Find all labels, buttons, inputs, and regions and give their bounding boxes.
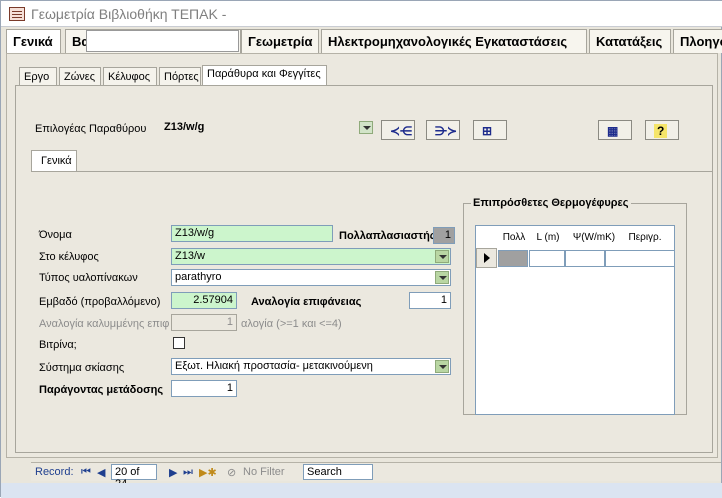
- next-record-icon[interactable]: ▶: [169, 466, 177, 479]
- description-cell[interactable]: [605, 250, 675, 267]
- selector-label: Επιλογέας Παραθύρου: [35, 123, 147, 135]
- tab-overlay-blank: [86, 30, 239, 52]
- name-label: Όνομα: [39, 229, 72, 241]
- tab-doors[interactable]: Πόρτες: [159, 67, 201, 85]
- tab-geometry[interactable]: Γεωμετρία: [241, 29, 319, 53]
- table-view-icon: ▦: [607, 124, 619, 138]
- shading-combo[interactable]: Εξωτ. Ηλιακή προστασία- μετακινούμενη: [171, 358, 451, 375]
- tab-shell[interactable]: Κέλυφος: [103, 67, 157, 85]
- chevron-down-icon[interactable]: [435, 360, 449, 373]
- multiplier-cell[interactable]: [498, 250, 528, 267]
- chevron-down-icon[interactable]: [435, 271, 449, 284]
- status-bar: [1, 483, 722, 498]
- showcase-label: Βιτρίνα;: [39, 339, 77, 351]
- area-field[interactable]: 2.57904: [171, 292, 237, 309]
- inner-tab-line: [31, 171, 713, 172]
- last-record-icon[interactable]: ⏭: [183, 466, 193, 479]
- shading-label: Σύστημα σκίασης: [39, 362, 125, 374]
- new-record-icon[interactable]: ▶✱: [199, 466, 217, 479]
- thermal-bridges-grid: Πολλ L (m) Ψ(W/mK) Περιγρ.: [475, 225, 675, 415]
- name-field[interactable]: Z13/w/g: [171, 225, 333, 242]
- showcase-checkbox[interactable]: [173, 337, 185, 349]
- length-cell[interactable]: [529, 250, 565, 267]
- window-selector-combo[interactable]: Z13/w/g: [161, 120, 374, 137]
- first-record-icon[interactable]: ⏮: [81, 466, 91, 479]
- tab-general[interactable]: Γενικά: [6, 29, 61, 53]
- search-input[interactable]: Search: [303, 464, 373, 480]
- insert-left-button[interactable]: ≺⋲: [381, 120, 415, 140]
- insert-right-button[interactable]: ⋺≻: [426, 120, 460, 140]
- surface-ratio-field[interactable]: 1: [409, 292, 451, 309]
- copy-record-button[interactable]: ⊞: [473, 120, 507, 140]
- record-position-field[interactable]: 20 of 24: [111, 464, 157, 490]
- insert-right-icon: ⋺≻: [435, 124, 458, 138]
- row-selector[interactable]: [476, 248, 497, 268]
- covered-ratio-field[interactable]: 1: [171, 314, 237, 331]
- transmission-field[interactable]: 1: [171, 380, 237, 397]
- chevron-down-icon[interactable]: [359, 121, 373, 134]
- help-icon: ?: [654, 124, 668, 138]
- filter-icon: ⊘: [227, 467, 237, 479]
- chevron-down-icon[interactable]: [435, 250, 449, 263]
- application-window: Γεωμετρία Βιβλιοθήκη ΤΕΠΑΚ - Γενικά Βα Γ…: [0, 0, 722, 498]
- column-header[interactable]: Περιγρ.: [620, 226, 670, 248]
- record-label: Record:: [35, 466, 74, 478]
- previous-record-icon[interactable]: ◀: [97, 466, 105, 479]
- tab-classifications[interactable]: Κατατάξεις: [589, 29, 671, 53]
- surface-ratio-label: Αναλογία επιφάνειας: [251, 296, 362, 308]
- column-header[interactable]: L (m): [530, 226, 566, 248]
- copy-record-icon: ⊞: [482, 124, 493, 138]
- tab-zones[interactable]: Ζώνες: [59, 67, 101, 85]
- glazing-value: parathyro: [175, 271, 222, 283]
- psi-cell[interactable]: [565, 250, 605, 267]
- column-header[interactable]: Ψ(W/mK): [568, 226, 620, 248]
- column-header[interactable]: Πολλ: [498, 226, 530, 248]
- shell-label: Στο κέλυφος: [39, 251, 99, 263]
- table-view-button[interactable]: ▦: [598, 120, 632, 140]
- shading-value: Εξωτ. Ηλιακή προστασία- μετακινούμενη: [175, 360, 373, 372]
- covered-ratio-label: Αναλογία καλυμμένης επιφ: [39, 318, 170, 330]
- tab-electromechanical[interactable]: Ηλεκτρομηχανολογικές Εγκαταστάσεις: [321, 29, 587, 53]
- covered-ratio-hint: αλογία (>=1 και <=4): [241, 318, 342, 330]
- transmission-label: Παράγοντας μετάδοσης: [39, 384, 164, 396]
- window-selector-value: Z13/w/g: [164, 121, 205, 133]
- insert-left-icon: ≺⋲: [390, 124, 413, 138]
- filter-label[interactable]: No Filter: [243, 466, 285, 478]
- help-button[interactable]: ?: [645, 120, 679, 140]
- record-navigation-bar: Record: ⏮ ◀ 20 of 24 ▶ ⏭ ▶✱ ⊘ No Filter …: [31, 462, 721, 490]
- shell-value: Z13/w: [175, 250, 205, 262]
- tab-navigation[interactable]: Πλοηγο: [673, 29, 722, 53]
- multiplier-label: Πολλαπλασιαστής: [339, 230, 436, 242]
- glazing-combo[interactable]: parathyro: [171, 269, 451, 286]
- area-label: Εμβαδό (προβαλλόμενο): [39, 296, 161, 308]
- tab-inner-general[interactable]: Γενικά: [31, 150, 77, 171]
- multiplier-field[interactable]: 1: [433, 227, 455, 244]
- window-title: Γεωμετρία Βιβλιοθήκη ΤΕΠΑΚ -: [31, 6, 227, 22]
- glazing-label: Τύπος υαλοπίνακων: [39, 272, 138, 284]
- tab-project[interactable]: Εργο: [19, 67, 57, 85]
- title-bar: Γεωμετρία Βιβλιοθήκη ΤΕΠΑΚ -: [1, 1, 722, 27]
- tab-windows[interactable]: Παράθυρα και Φεγγίτες: [202, 65, 327, 86]
- form-icon: [9, 7, 25, 21]
- thermal-bridges-title: Επιπρόσθετες Θερμογέφυρες: [471, 197, 631, 209]
- shell-combo[interactable]: Z13/w: [171, 248, 451, 265]
